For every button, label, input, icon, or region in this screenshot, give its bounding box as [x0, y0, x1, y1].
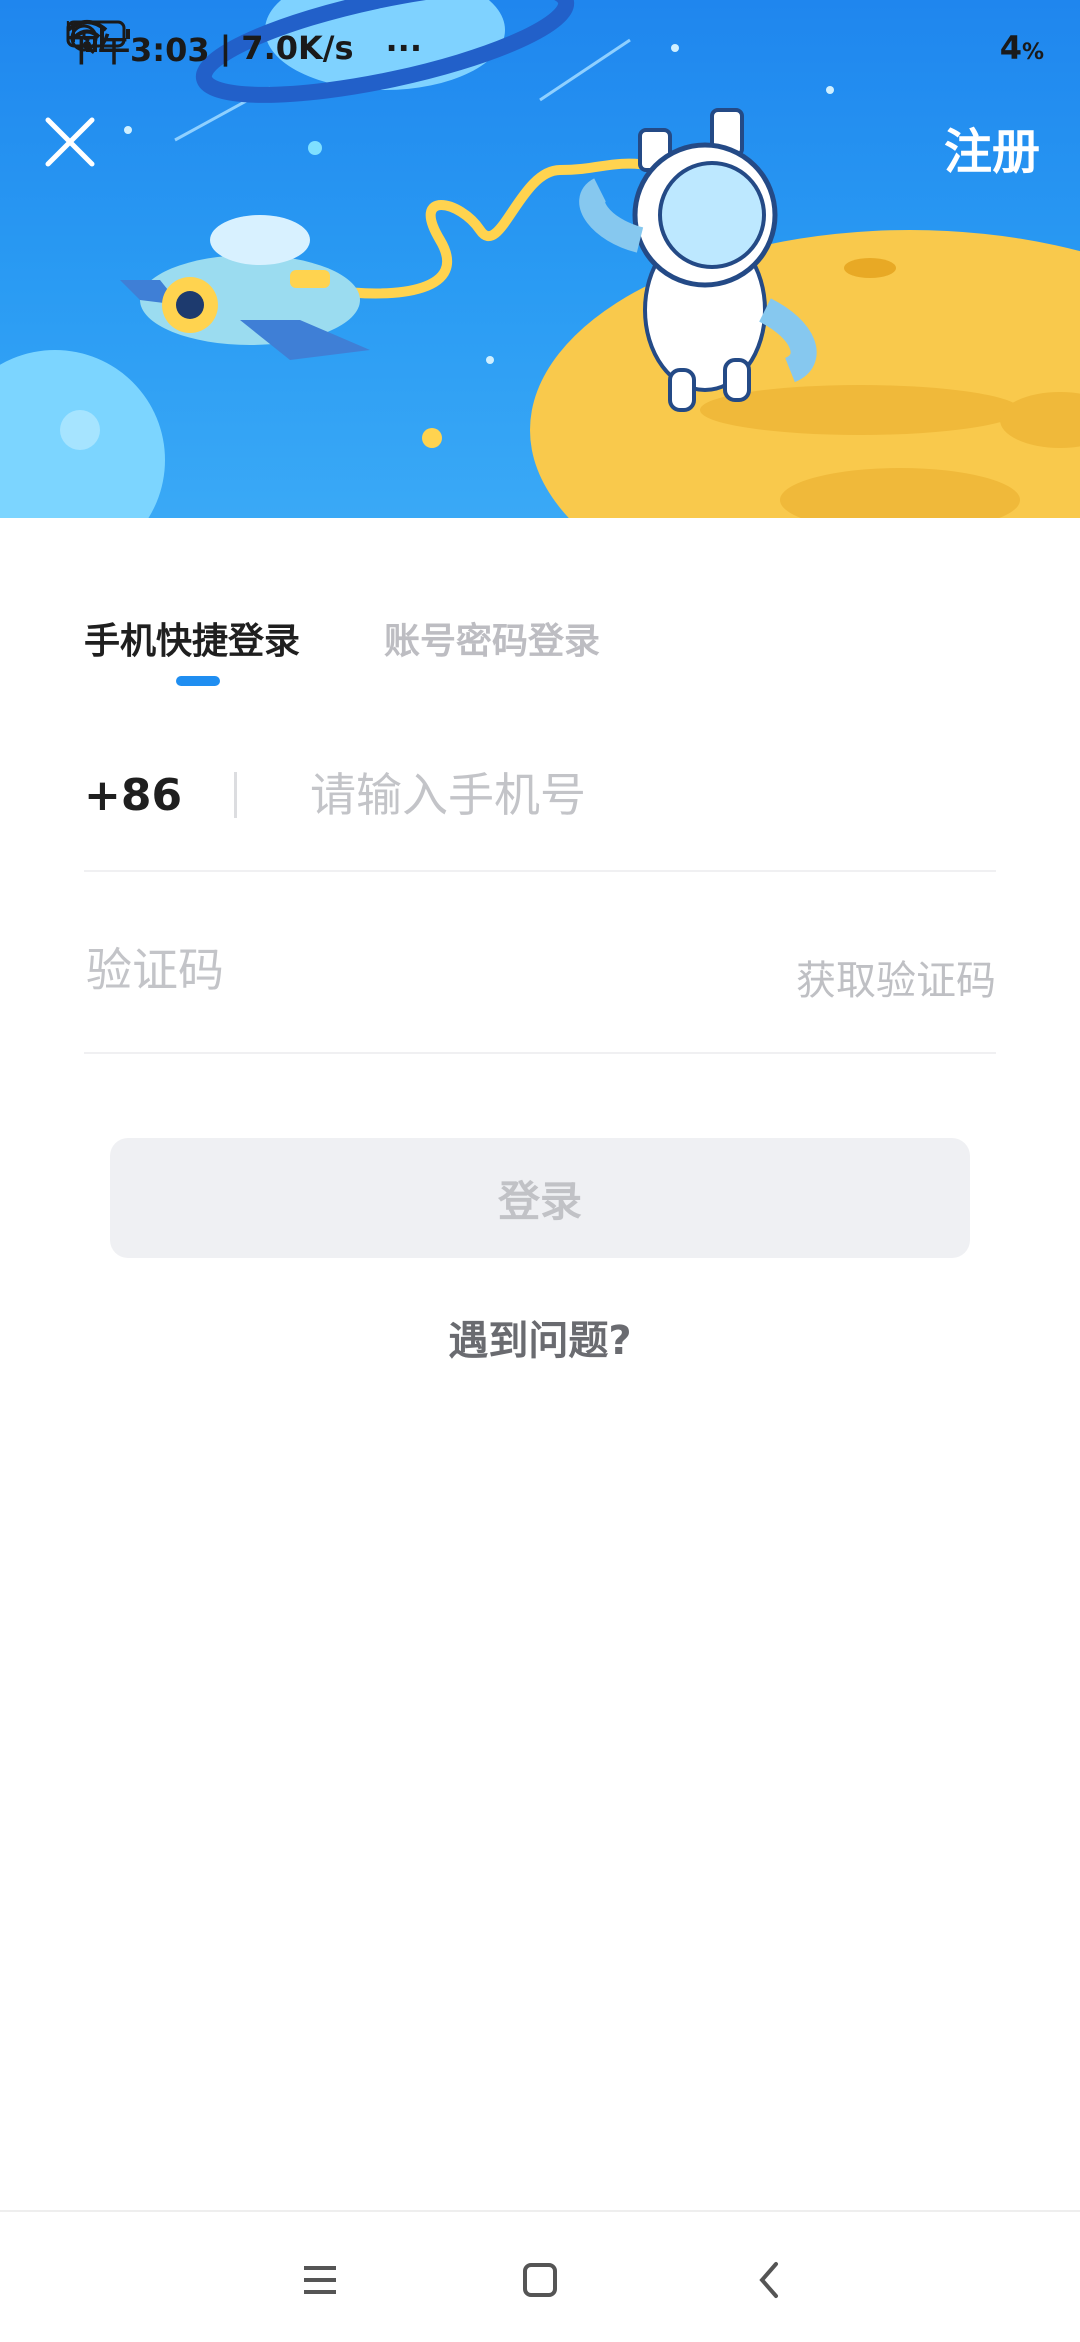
tab-label: 账号密码登录	[384, 621, 601, 662]
home-button[interactable]	[510, 2250, 570, 2310]
tab-phone-login[interactable]: 手机快捷登录	[84, 612, 301, 686]
verification-code-input[interactable]	[84, 938, 688, 1002]
menu-icon	[304, 2266, 336, 2294]
back-button[interactable]	[740, 2250, 800, 2310]
status-speed: 7.0K/s	[241, 29, 354, 67]
divider	[234, 772, 237, 818]
home-icon	[523, 2263, 557, 2297]
tab-active-indicator	[176, 676, 220, 686]
status-separator: |	[219, 29, 232, 67]
login-tabs: 手机快捷登录 账号密码登录	[84, 612, 600, 686]
phone-row: +86	[84, 740, 996, 872]
battery-level: 4%	[999, 29, 1044, 67]
system-nav-bar	[0, 2210, 1080, 2342]
phone-input[interactable]	[308, 764, 972, 826]
plane-illustration	[120, 215, 370, 360]
tab-password-login[interactable]: 账号密码登录	[384, 612, 600, 664]
close-icon	[45, 117, 95, 167]
country-code[interactable]: +86	[84, 770, 182, 821]
verification-row: 获取验证码	[84, 900, 996, 1054]
tab-label: 手机快捷登录	[84, 621, 301, 662]
register-button[interactable]: 注册	[944, 112, 1040, 182]
menu-button[interactable]	[290, 2250, 350, 2310]
status-more: ···	[385, 29, 422, 67]
help-link[interactable]: 遇到问题?	[0, 1308, 1080, 1366]
close-button[interactable]	[40, 112, 100, 172]
hero-banner: 下午3:03 | 7.0K/s ··· HD HD 4% 注册	[0, 0, 1080, 518]
get-code-button[interactable]: 获取验证码	[796, 948, 996, 1006]
login-button[interactable]: 登录	[110, 1138, 970, 1258]
status-bar: 下午3:03 | 7.0K/s ··· HD HD 4%	[66, 18, 1044, 78]
back-icon	[759, 2262, 778, 2298]
